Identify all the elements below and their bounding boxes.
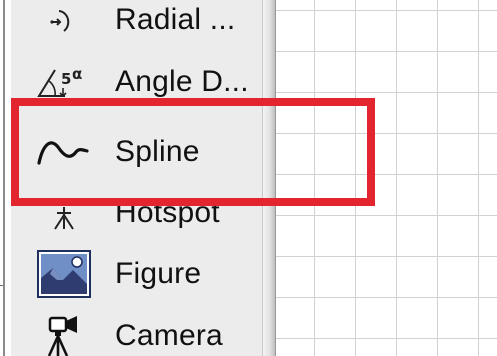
left-edge-tick: [0, 285, 3, 286]
hotspot-icon: [35, 187, 93, 239]
toolbox-panel: Radial ... 5 α Angle D... Spline Hotspot…: [11, 0, 263, 356]
left-edge-line: [3, 0, 5, 356]
tool-item-figure[interactable]: Figure: [11, 243, 263, 305]
radial-dimension-icon: [35, 0, 93, 46]
tool-item-angle-dimension[interactable]: 5 α Angle D...: [11, 51, 263, 113]
svg-text:5: 5: [61, 70, 71, 88]
tool-item-camera[interactable]: Camera: [11, 305, 263, 356]
tool-label-camera: Camera: [115, 319, 223, 352]
tool-label-figure: Figure: [115, 257, 202, 290]
tool-label-radial-dimension: Radial ...: [115, 3, 236, 36]
spline-icon: [35, 126, 93, 178]
panel-splitter[interactable]: [263, 0, 276, 356]
tool-label-angle-dimension: Angle D...: [115, 65, 249, 98]
tool-item-spline[interactable]: Spline: [11, 121, 263, 183]
camera-icon: [35, 310, 93, 356]
figure-icon: [35, 248, 93, 300]
tool-label-hotspot: Hotspot: [115, 196, 220, 229]
tool-item-radial-dimension[interactable]: Radial ...: [11, 0, 263, 51]
tool-label-spline: Spline: [115, 135, 200, 168]
drawing-canvas-grid[interactable]: [276, 0, 497, 356]
left-edge-strip: [0, 0, 10, 356]
tool-item-hotspot[interactable]: Hotspot: [11, 182, 263, 244]
angle-dimension-icon: 5 α: [35, 56, 93, 108]
svg-text:α: α: [72, 65, 82, 83]
